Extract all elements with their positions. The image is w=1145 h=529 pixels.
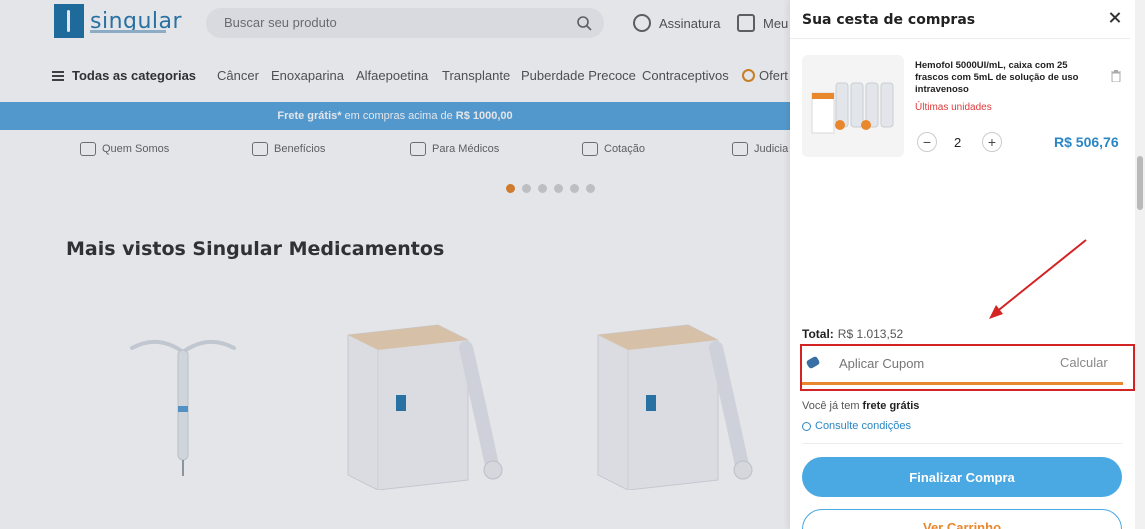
checkout-button[interactable]: Finalizar Compra [802,457,1122,497]
cart-item-image[interactable] [802,55,904,157]
view-cart-button[interactable]: Ver Carrinho [802,509,1122,529]
divider [790,38,1130,39]
cart-total: Total: R$ 1.013,52 [802,327,903,341]
scrollbar-thumb[interactable] [1137,156,1143,210]
free-shipping-bold: frete grátis [862,400,920,412]
free-shipping-prefix: Você já tem [802,400,860,412]
conditions-link[interactable]: Consulte condições [802,420,911,432]
stock-status: Últimas unidades [915,102,992,113]
store-page: singular Assinatura Meu Todas as categor… [0,0,790,529]
trash-icon[interactable] [1111,70,1121,82]
quantity-increase-button[interactable]: + [982,132,1002,152]
quantity-value: 2 [954,135,962,150]
divider [802,443,1122,444]
close-icon[interactable] [1106,9,1124,27]
cart-item-price: R$ 506,76 [1054,134,1119,150]
quantity-decrease-button[interactable]: − [917,132,937,152]
scrollbar-track[interactable] [1135,0,1145,529]
conditions-label: Consulte condições [815,420,912,432]
annotation-highlight-box [800,344,1135,391]
total-label: Total: [802,327,834,341]
modal-backdrop[interactable] [0,0,790,529]
cart-drawer: Sua cesta de compras Hemofol 5000UI/mL, … [790,0,1145,529]
info-icon [802,421,811,431]
total-value: R$ 1.013,52 [837,327,904,341]
cart-title: Sua cesta de compras [802,12,976,28]
free-shipping-note: Você já tem frete grátis [802,400,919,412]
cart-item-name[interactable]: Hemofol 5000UI/mL, caixa com 25 frascos … [915,60,1095,96]
